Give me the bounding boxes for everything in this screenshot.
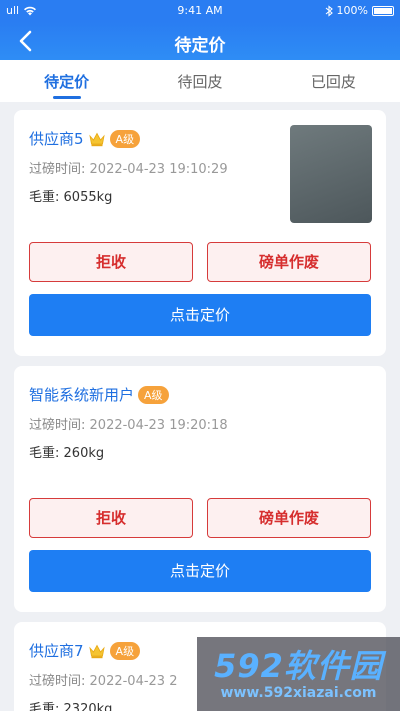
weigh-time-row: 过磅时间: 2022-04-23 19:20:18 xyxy=(29,414,228,433)
supplier-name[interactable]: 供应商7 xyxy=(29,640,84,661)
reject-button[interactable]: 拒收 xyxy=(29,242,193,282)
supplier-name[interactable]: 智能系统新用户 xyxy=(29,384,134,405)
battery-percent: 100% xyxy=(336,4,368,17)
supplier-header: 智能系统新用户 A级 xyxy=(29,384,169,405)
weigh-time-row: 过磅时间: 2022-04-23 2 xyxy=(29,670,177,689)
status-right: 100% xyxy=(325,4,394,17)
supplier-name[interactable]: 供应商5 xyxy=(29,128,84,149)
weigh-time-label: 过磅时间: xyxy=(29,418,86,433)
void-ticket-button[interactable]: 磅单作废 xyxy=(207,498,371,538)
reject-button[interactable]: 拒收 xyxy=(29,498,193,538)
watermark-url: www.592xiazai.com xyxy=(220,685,377,701)
status-bar: ull 9:41 AM 100% xyxy=(0,0,400,22)
crown-icon xyxy=(88,132,105,146)
gross-weight-label: 毛重: xyxy=(29,702,60,711)
weigh-time-label: 过磅时间: xyxy=(29,162,86,177)
weigh-time-value: 2022-04-23 2 xyxy=(89,674,178,689)
tab-tare-done[interactable]: 已回皮 xyxy=(267,60,400,102)
tab-bar: 待定价 待回皮 已回皮 xyxy=(0,60,400,102)
weigh-time-value: 2022-04-23 19:10:29 xyxy=(89,162,228,177)
weigh-time-value: 2022-04-23 19:20:18 xyxy=(89,418,228,433)
vehicle-photo[interactable] xyxy=(290,125,372,223)
bluetooth-icon xyxy=(325,4,333,17)
watermark: 592软件园 www.592xiazai.com xyxy=(197,637,400,711)
nav-bar: 待定价 xyxy=(0,22,400,60)
weigh-time-row: 过磅时间: 2022-04-23 19:10:29 xyxy=(29,158,228,177)
supplier-header: 供应商5 A级 xyxy=(29,128,141,149)
order-card: 供应商5 A级 过磅时间: 2022-04-23 19:10:29 毛重: 60… xyxy=(14,110,386,356)
tab-pending-price[interactable]: 待定价 xyxy=(0,60,133,102)
gross-weight-value: 6055kg xyxy=(63,190,113,205)
battery-icon xyxy=(372,5,394,16)
grade-badge: A级 xyxy=(109,129,141,148)
gross-weight-value: 260kg xyxy=(63,446,105,461)
crown-icon xyxy=(88,644,105,658)
tab-pending-tare[interactable]: 待回皮 xyxy=(133,60,266,102)
page-title: 待定价 xyxy=(174,36,226,56)
gross-weight-row: 毛重: 6055kg xyxy=(29,186,112,205)
gross-weight-row: 毛重: 260kg xyxy=(29,442,104,461)
watermark-logo: 592软件园 xyxy=(214,647,383,685)
gross-weight-label: 毛重: xyxy=(29,190,60,205)
grade-badge: A级 xyxy=(138,385,169,404)
weigh-time-label: 过磅时间: xyxy=(29,674,86,689)
action-row: 拒收 磅单作废 xyxy=(29,242,371,282)
set-price-button[interactable]: 点击定价 xyxy=(29,294,371,336)
void-ticket-button[interactable]: 磅单作废 xyxy=(207,242,371,282)
gross-weight-label: 毛重: xyxy=(29,446,60,461)
supplier-header: 供应商7 A级 xyxy=(29,640,141,661)
action-row: 拒收 磅单作废 xyxy=(29,498,371,538)
gross-weight-row: 毛重: 2320kg xyxy=(29,698,112,711)
grade-badge: A级 xyxy=(109,641,141,660)
gross-weight-value: 2320kg xyxy=(63,702,113,711)
set-price-button[interactable]: 点击定价 xyxy=(29,550,371,592)
order-card: 智能系统新用户 A级 过磅时间: 2022-04-23 19:20:18 毛重:… xyxy=(14,366,386,612)
